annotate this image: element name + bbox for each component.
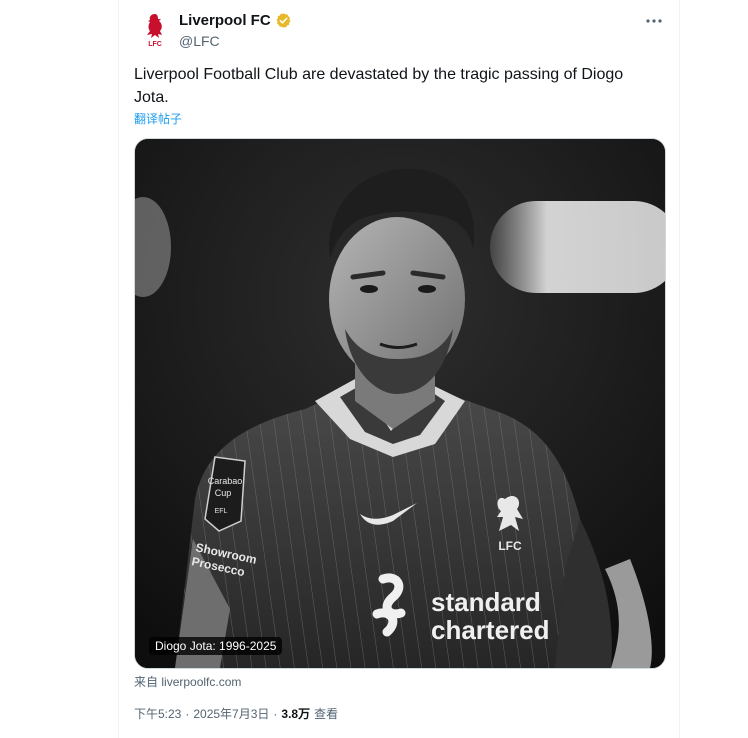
source-prefix: 来自 xyxy=(134,675,159,689)
meta-separator-2: · xyxy=(273,706,278,721)
crest-text: LFC xyxy=(498,539,522,553)
source-row: 来自 liverpoolfc.com xyxy=(134,673,241,690)
avatar-text: LFC xyxy=(148,41,162,48)
author-handle[interactable]: @LFC xyxy=(179,33,220,49)
sponsor-line2: chartered xyxy=(431,615,550,645)
more-dots-icon xyxy=(646,19,662,23)
verified-badge-icon xyxy=(276,13,291,28)
tweet-meta-row: 下午5:23 · 2025年7月3日 · 3.8万 查看 xyxy=(134,705,338,722)
meta-separator: · xyxy=(185,706,190,721)
more-options-button[interactable] xyxy=(643,12,665,30)
badge-line2: Cup xyxy=(215,488,232,498)
badge-line3: EFL xyxy=(215,508,228,515)
author-name-row: Liverpool FC xyxy=(179,12,292,29)
player-photo: LFC standard chartered Carabao Cup EFL S… xyxy=(135,139,665,668)
author-display-name[interactable]: Liverpool FC xyxy=(179,12,271,29)
views-count: 3.8万 xyxy=(281,707,311,721)
tweet-date[interactable]: 2025年7月3日 xyxy=(193,705,269,722)
badge-line1: Carabao xyxy=(208,476,243,486)
media-alt-caption: Diogo Jota: 1996-2025 xyxy=(149,637,283,655)
sponsor-line1: standard xyxy=(431,587,541,617)
tweet-media-image[interactable]: LFC standard chartered Carabao Cup EFL S… xyxy=(134,138,666,669)
translate-post-link[interactable]: 翻译帖子 xyxy=(134,110,182,127)
liver-bird-icon: LFC xyxy=(147,14,162,48)
author-avatar[interactable]: LFC xyxy=(135,10,175,50)
tweet-time[interactable]: 下午5:23 xyxy=(134,705,181,722)
views-label: 查看 xyxy=(314,707,339,721)
source-link[interactable]: liverpoolfc.com xyxy=(161,675,241,689)
tweet-text: Liverpool Football Club are devastated b… xyxy=(134,66,624,106)
tweet-card: LFC Liverpool FC @LFC Liverpool Football… xyxy=(118,0,680,738)
